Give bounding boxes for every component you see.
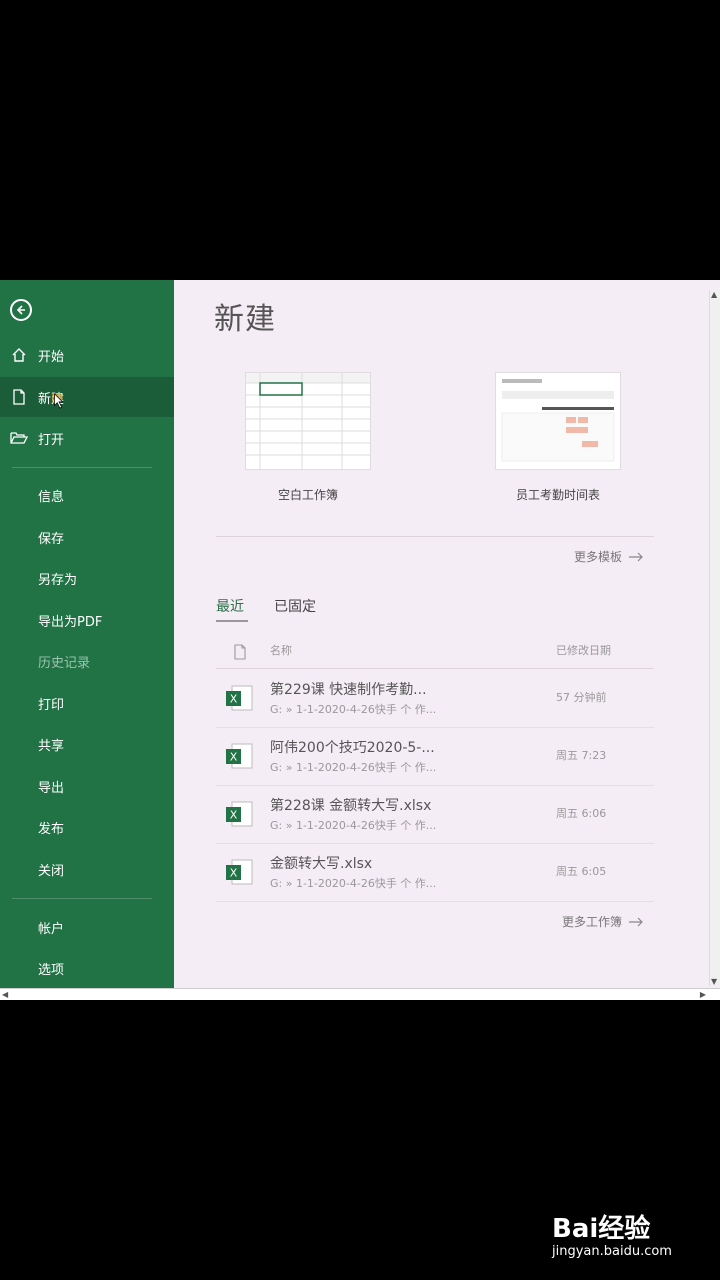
sidebar-divider [12, 467, 152, 468]
more-workbooks-link[interactable]: 更多工作簿 [562, 913, 644, 930]
file-path: G: » 1-1-2020-4-26快手 个 作... [270, 761, 437, 774]
file-date: 57 分钟前 [556, 691, 607, 704]
sidebar-item-info[interactable]: 信息 [0, 475, 174, 515]
sidebar-item-label: 打开 [38, 432, 65, 448]
sidebar-item-save-as[interactable]: 另存为 [0, 558, 174, 598]
scroll-left-icon[interactable]: ◀ [2, 990, 8, 999]
file-date: 周五 6:06 [556, 807, 607, 820]
arrow-right-icon [629, 552, 643, 561]
file-name: 阿伟200个技巧2020-5-... [270, 740, 435, 756]
sidebar-item-close[interactable]: 关闭 [0, 849, 174, 889]
sidebar-item-label: 信息 [38, 489, 65, 505]
sidebar-item-label: 共享 [38, 738, 65, 754]
vertical-scrollbar[interactable]: ▲ ▼ [709, 290, 720, 986]
excel-file-icon: X [226, 685, 253, 711]
backstage-main: 新建 空白工作簿 员工考勤时间表 更多模板 最近 已固定 名称 已修改日期 X … [174, 280, 708, 988]
file-type-icon [234, 644, 246, 660]
blank-workbook-thumbnail-icon [245, 372, 371, 470]
sidebar-item-label: 关闭 [38, 863, 65, 879]
sidebar-item-save[interactable]: 保存 [0, 517, 174, 557]
excel-backstage-window: 开始 新建 打开 信息 保存 另存为 导出为PDF 历史记录 打印 共享 导出 … [0, 280, 720, 1000]
file-path: G: » 1-1-2020-4-26快手 个 作... [270, 703, 437, 716]
watermark-brand: Bai经验 [552, 1214, 651, 1244]
column-header-name[interactable]: 名称 [270, 642, 292, 658]
file-name: 第228课 金额转大写.xlsx [270, 798, 432, 814]
recent-file-row[interactable]: X 第228课 金额转大写.xlsx G: » 1-1-2020-4-26快手 … [216, 785, 654, 844]
scroll-down-icon[interactable]: ▼ [711, 977, 717, 986]
sidebar-item-options[interactable]: 选项 [0, 948, 174, 988]
template-label: 空白工作簿 [277, 488, 338, 502]
sidebar-item-export-pdf[interactable]: 导出为PDF [0, 600, 174, 640]
sidebar-item-label: 另存为 [38, 572, 78, 588]
mouse-cursor-icon [52, 393, 64, 409]
file-date: 周五 6:05 [556, 865, 607, 878]
section-divider [216, 536, 654, 537]
file-path: G: » 1-1-2020-4-26快手 个 作... [270, 819, 437, 832]
sidebar-item-home[interactable]: 开始 [0, 335, 174, 375]
sidebar-item-export[interactable]: 导出 [0, 766, 174, 806]
sidebar-divider [12, 898, 152, 899]
scroll-right-icon[interactable]: ▶ [700, 990, 706, 999]
sidebar-item-label: 保存 [38, 531, 65, 547]
excel-file-icon: X [226, 743, 253, 769]
sidebar-item-print[interactable]: 打印 [0, 683, 174, 723]
more-templates-label: 更多模板 [574, 550, 623, 564]
sidebar-item-label: 发布 [38, 821, 65, 837]
scroll-up-icon[interactable]: ▲ [711, 290, 717, 299]
recent-file-row[interactable]: X 金额转大写.xlsx G: » 1-1-2020-4-26快手 个 作...… [216, 843, 654, 902]
sidebar-item-account[interactable]: 帐户 [0, 907, 174, 947]
sidebar-item-label: 导出为PDF [38, 614, 103, 630]
open-folder-icon [0, 431, 38, 445]
file-name: 第229课 快速制作考勤... [270, 682, 427, 698]
svg-text:X: X [230, 751, 238, 764]
baidu-jingyan-watermark: Bai经验 jingyan.baidu.com [550, 1198, 710, 1268]
sidebar-item-new[interactable]: 新建 [0, 377, 174, 417]
arrow-right-icon [629, 917, 643, 926]
sidebar-item-label: 开始 [38, 349, 65, 365]
backstage-sidebar: 开始 新建 打开 信息 保存 另存为 导出为PDF 历史记录 打印 共享 导出 … [0, 280, 174, 988]
new-document-icon [0, 389, 38, 405]
more-workbooks-label: 更多工作簿 [562, 915, 623, 929]
template-attendance-timesheet[interactable]: 员工考勤时间表 [494, 372, 622, 503]
recent-file-row[interactable]: X 阿伟200个技巧2020-5-... G: » 1-1-2020-4-26快… [216, 727, 654, 786]
sidebar-item-label: 打印 [38, 697, 65, 713]
sidebar-item-history: 历史记录 [0, 641, 174, 681]
watermark-url: jingyan.baidu.com [552, 1244, 672, 1259]
template-blank-workbook[interactable]: 空白工作簿 [244, 372, 372, 503]
excel-file-icon: X [226, 859, 253, 885]
file-path: G: » 1-1-2020-4-26快手 个 作... [270, 877, 437, 890]
home-icon [0, 347, 38, 363]
tab-underline [216, 620, 248, 622]
more-templates-link[interactable]: 更多模板 [574, 548, 644, 565]
page-title: 新建 [214, 302, 276, 337]
file-name: 金额转大写.xlsx [270, 856, 373, 872]
sidebar-item-label: 导出 [38, 780, 65, 796]
tab-recent[interactable]: 最近 [216, 596, 244, 616]
sidebar-item-publish[interactable]: 发布 [0, 807, 174, 847]
sidebar-item-label: 帐户 [38, 921, 65, 937]
horizontal-scrollbar[interactable]: ◀ ▶ [0, 988, 720, 1000]
sidebar-item-label: 历史记录 [38, 655, 91, 671]
svg-text:X: X [230, 809, 238, 822]
excel-file-icon: X [226, 801, 253, 827]
tab-pinned[interactable]: 已固定 [274, 596, 316, 616]
sidebar-item-label: 选项 [38, 962, 65, 978]
sidebar-item-share[interactable]: 共享 [0, 724, 174, 764]
svg-text:X: X [230, 867, 238, 880]
column-header-modified[interactable]: 已修改日期 [556, 642, 611, 658]
sidebar-item-open[interactable]: 打开 [0, 418, 174, 458]
file-date: 周五 7:23 [556, 749, 607, 762]
template-label: 员工考勤时间表 [515, 488, 600, 502]
svg-text:X: X [230, 693, 238, 706]
attendance-template-thumbnail-icon [495, 372, 621, 470]
back-arrow-icon[interactable] [10, 299, 32, 321]
recent-file-row[interactable]: X 第229课 快速制作考勤... G: » 1-1-2020-4-26快手 个… [216, 669, 654, 728]
